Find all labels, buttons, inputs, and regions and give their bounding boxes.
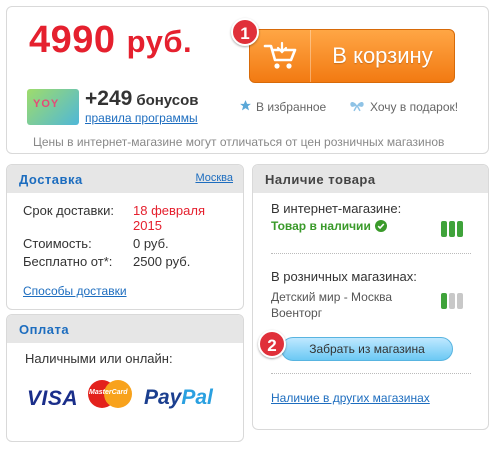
delivery-header: Доставка Москва <box>7 165 243 193</box>
payment-panel: Оплата Наличными или онлайн: VISA Master… <box>6 314 244 442</box>
online-stock-text: Товар в наличии <box>271 219 371 233</box>
online-store-label: В интернет-магазине: <box>271 201 402 216</box>
price-disclaimer: Цены в интернет-магазине могут отличатьс… <box>33 135 445 149</box>
wishlist-label: Хочу в подарок! <box>370 100 459 114</box>
delivery-date-value: 18 февраля 2015 <box>133 203 205 233</box>
paypal-text-1: Pay <box>144 386 182 409</box>
pickup-from-store-button[interactable]: Забрать из магазина <box>281 337 453 361</box>
online-stock-level-indicator <box>441 221 463 237</box>
add-to-wishlist[interactable]: Хочу в подарок! <box>348 99 458 115</box>
other-stores-availability-link[interactable]: Наличие в других магазинах <box>271 391 430 405</box>
availability-title: Наличие товара <box>265 172 376 187</box>
delivery-city-link[interactable]: Москва <box>195 172 233 184</box>
star-icon <box>239 99 252 115</box>
payment-header: Оплата <box>7 315 243 343</box>
stock-bar <box>441 293 447 309</box>
retail-store-label: В розничных магазинах: <box>271 269 417 284</box>
store-name-line-2: Военторг <box>271 306 323 320</box>
add-to-favorites[interactable]: В избранное <box>239 99 326 115</box>
availability-header: Наличие товара <box>253 165 488 193</box>
stock-bar <box>449 221 455 237</box>
bonus-amount: +249 бонусов <box>85 87 199 111</box>
bonus-value: +249 <box>85 87 133 110</box>
stock-bar <box>441 221 447 237</box>
bonus-word: бонусов <box>136 92 199 109</box>
bonus-rules-link[interactable]: правила программы <box>85 111 198 125</box>
paypal-text-2: Pal <box>181 386 213 409</box>
divider <box>271 373 471 374</box>
availability-panel: Наличие товара В интернет-магазине: Това… <box>252 164 489 430</box>
delivery-cost-label: Стоимость: <box>23 236 92 251</box>
gift-bow-icon <box>348 99 366 115</box>
price-currency: руб. <box>126 24 193 59</box>
visa-logo: VISA <box>27 387 79 410</box>
payment-methods-text: Наличными или онлайн: <box>25 351 173 366</box>
price-value: 4990 <box>29 19 116 61</box>
mastercard-text: MasterCard <box>89 389 128 396</box>
delivery-row-cost: Стоимость: 0 руб. <box>23 236 233 252</box>
paypal-logo: PayPal <box>144 386 213 410</box>
favorites-label: В избранное <box>256 100 327 114</box>
step-marker-1: 1 <box>231 18 259 46</box>
divider <box>271 253 471 254</box>
delivery-row-date: Срок доставки: 18 февраля 2015 <box>23 203 233 237</box>
check-icon <box>374 220 387 232</box>
retail-store-name: Детский мир - Москва Военторг <box>271 289 392 321</box>
delivery-cost-value: 0 руб. <box>133 236 169 251</box>
delivery-free-value: 2500 руб. <box>133 254 191 269</box>
mastercard-logo: MasterCard <box>88 379 132 409</box>
cart-icon <box>250 30 310 82</box>
delivery-methods-link[interactable]: Способы доставки <box>23 284 127 298</box>
delivery-date-label: Срок доставки: <box>23 203 114 218</box>
payment-title: Оплата <box>19 322 70 337</box>
add-to-cart-label: В корзину <box>332 43 433 68</box>
bonus-card-image: YOY <box>27 89 79 125</box>
price: 4990 руб. <box>29 19 192 62</box>
stock-bar <box>457 221 463 237</box>
delivery-row-free: Бесплатно от*: 2500 руб. <box>23 254 233 270</box>
bonus-card-logo: YOY <box>33 98 60 110</box>
delivery-title: Доставка <box>19 172 83 187</box>
delivery-panel: Доставка Москва Срок доставки: 18 феврал… <box>6 164 244 310</box>
delivery-free-label: Бесплатно от*: <box>23 254 113 269</box>
add-to-cart-button[interactable]: В корзину <box>249 29 455 83</box>
retail-stock-level-indicator <box>441 293 463 309</box>
online-stock-status: Товар в наличии <box>271 219 387 233</box>
stock-bar <box>449 293 455 309</box>
stock-bar <box>457 293 463 309</box>
step-marker-2: 2 <box>258 330 286 358</box>
store-name-line-1: Детский мир - Москва <box>271 290 393 304</box>
